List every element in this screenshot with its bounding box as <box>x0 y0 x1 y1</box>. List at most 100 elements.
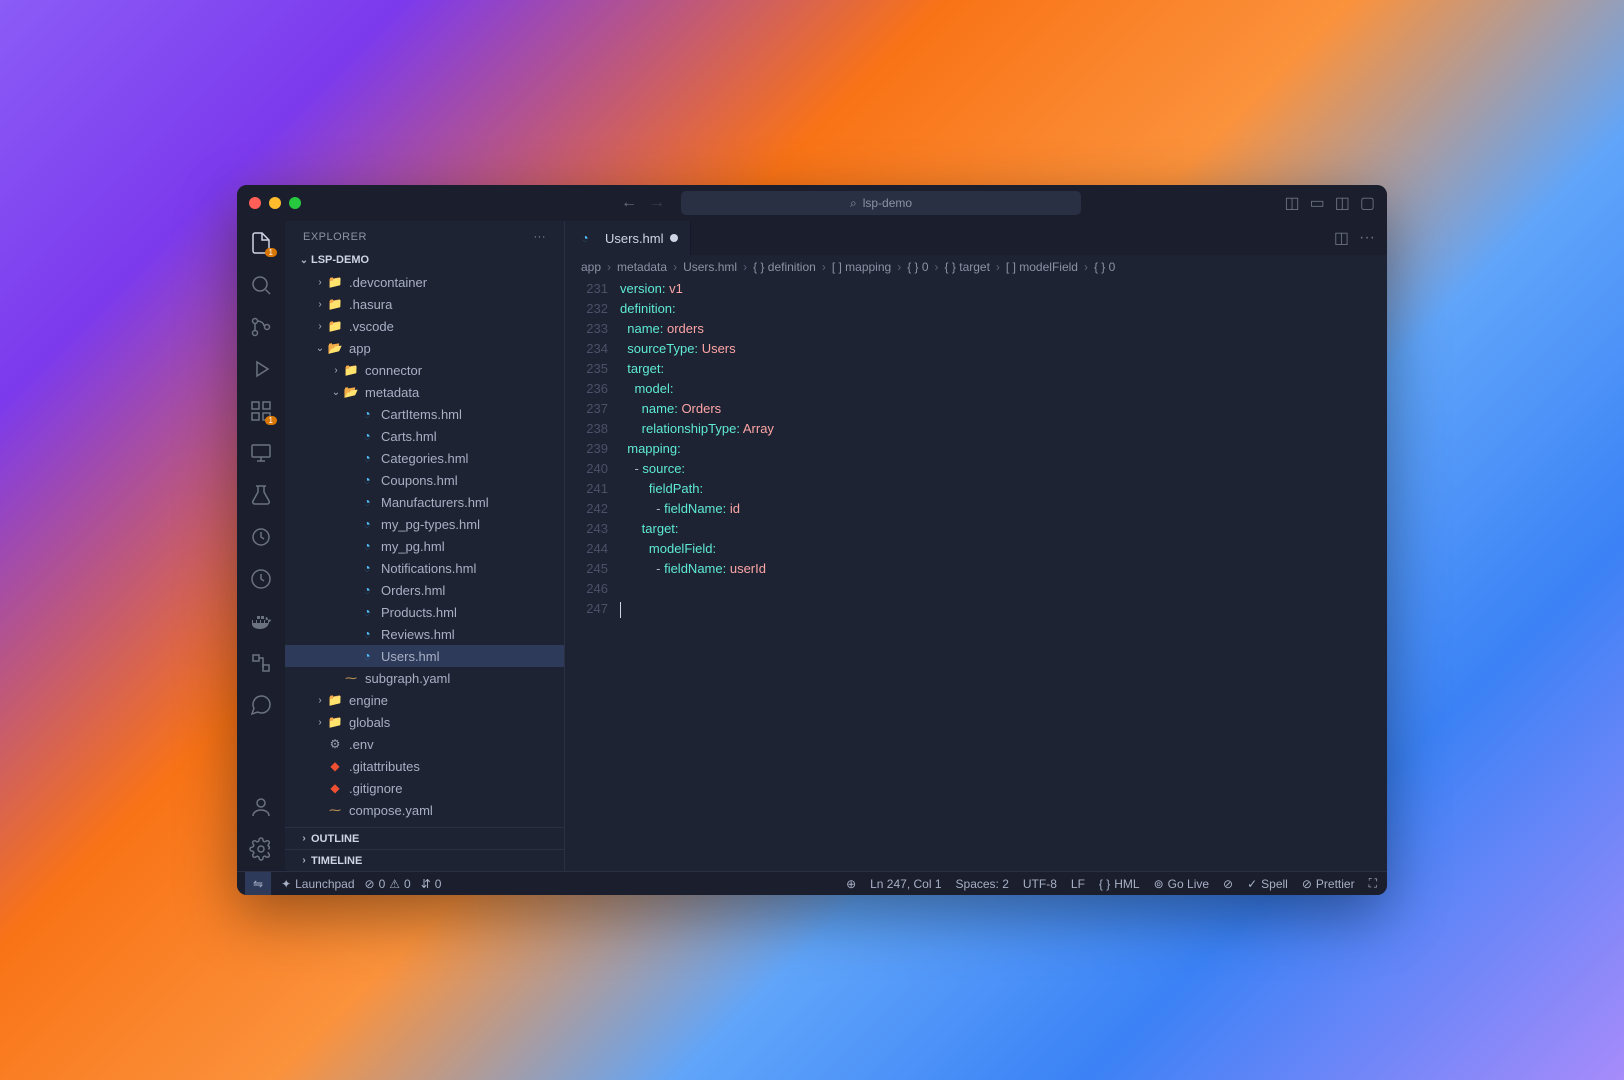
line-gutter: 2312322332342352362372382392402412422432… <box>565 279 620 871</box>
window-controls <box>249 197 301 209</box>
file-users-hml[interactable]: ◔Users.hml <box>285 645 564 667</box>
split-editor-icon[interactable]: ◫ <box>1334 228 1349 248</box>
workspace-root[interactable]: ⌄LSP-DEMO <box>285 249 564 271</box>
layout-sidebar-icon[interactable]: ▭ <box>1310 193 1325 213</box>
file--gitattributes[interactable]: ◆.gitattributes <box>285 755 564 777</box>
code-body[interactable]: version: v1definition: name: orders sour… <box>620 279 1387 871</box>
eol-status[interactable]: LF <box>1071 877 1085 891</box>
settings-gear-icon[interactable] <box>249 837 273 861</box>
folder--hasura[interactable]: ›📁.hasura <box>285 293 564 315</box>
activity-bar: 1 1 <box>237 221 285 871</box>
file--env[interactable]: ⚙.env <box>285 733 564 755</box>
outline-section[interactable]: ›OUTLINE <box>285 827 564 849</box>
file-manufacturers-hml[interactable]: ◔Manufacturers.hml <box>285 491 564 513</box>
file-orders-hml[interactable]: ◔Orders.hml <box>285 579 564 601</box>
breadcrumb-segment[interactable]: Users.hml <box>683 260 737 274</box>
hasura-icon[interactable] <box>249 525 273 549</box>
explorer-sidebar: EXPLORER ··· ⌄LSP-DEMO ›📁.devcontainer›📁… <box>285 221 565 871</box>
go-live-status[interactable]: ⊚Go Live <box>1154 877 1209 891</box>
breadcrumb-segment[interactable]: metadata <box>617 260 667 274</box>
close-window-button[interactable] <box>249 197 261 209</box>
breadcrumb-segment[interactable]: { } 0 <box>907 260 928 274</box>
breadcrumb-segment[interactable]: { } definition <box>753 260 816 274</box>
account-icon[interactable] <box>249 795 273 819</box>
explorer-icon[interactable]: 1 <box>249 231 273 255</box>
launchpad-status[interactable]: ✦Launchpad <box>281 877 354 891</box>
encoding-status[interactable]: UTF-8 <box>1023 877 1057 891</box>
tab-label: Users.hml <box>605 231 664 246</box>
command-center[interactable]: ⌕ lsp-demo <box>681 191 1081 215</box>
file-categories-hml[interactable]: ◔Categories.hml <box>285 447 564 469</box>
search-placeholder: lsp-demo <box>863 196 912 210</box>
docker-icon[interactable] <box>249 609 273 633</box>
zoom-status[interactable]: ⊕ <box>846 877 856 891</box>
file-my-pg-types-hml[interactable]: ◔my_pg-types.hml <box>285 513 564 535</box>
minimize-window-button[interactable] <box>269 197 281 209</box>
breadcrumb-segment[interactable]: [ ] modelField <box>1006 260 1078 274</box>
titlebar: ← → ⌕ lsp-demo ◫ ▭ ◫ ▢ <box>237 185 1387 221</box>
editor-area: ◔ Users.hml ◫ ··· app›metadata›Users.hml… <box>565 221 1387 871</box>
ports-status[interactable]: ⇵0 <box>421 877 442 891</box>
breadcrumb-segment[interactable]: [ ] mapping <box>832 260 891 274</box>
problems-status[interactable]: ⊘0⚠0 <box>365 877 411 891</box>
layout-split-icon[interactable]: ◫ <box>1335 193 1350 213</box>
file--gitignore[interactable]: ◆.gitignore <box>285 777 564 799</box>
more-actions-icon[interactable]: ··· <box>1359 229 1375 247</box>
hml-file-icon: ◔ <box>577 230 593 246</box>
code-editor[interactable]: 2312322332342352362372382392402412422432… <box>565 279 1387 871</box>
run-debug-icon[interactable] <box>249 357 273 381</box>
breadcrumb[interactable]: app›metadata›Users.hml›{ } definition›[ … <box>565 255 1387 279</box>
file-compose-yaml[interactable]: ⁓compose.yaml <box>285 799 564 821</box>
breadcrumb-segment[interactable]: app <box>581 260 601 274</box>
source-control-icon[interactable] <box>249 315 273 339</box>
folder-globals[interactable]: ›📁globals <box>285 711 564 733</box>
bell-icon[interactable]: ⛶ <box>1369 876 1377 891</box>
file-subgraph-yaml[interactable]: ⁓subgraph.yaml <box>285 667 564 689</box>
search-icon: ⌕ <box>850 196 857 211</box>
file-tree: ›📁.devcontainer›📁.hasura›📁.vscode⌄📂app›📁… <box>285 271 564 827</box>
history-nav: ← → <box>621 194 665 212</box>
layout-panel-icon[interactable]: ◫ <box>1285 193 1300 213</box>
cursor-position[interactable]: Ln 247, Col 1 <box>870 877 941 891</box>
nav-back-icon[interactable]: ← <box>621 194 637 212</box>
prettier-status[interactable]: ⊘Prettier <box>1302 877 1355 891</box>
modified-indicator-icon <box>670 234 678 242</box>
remote-indicator[interactable]: ⇋ <box>245 872 271 896</box>
nav-forward-icon[interactable]: → <box>649 194 665 212</box>
chat-icon[interactable] <box>249 693 273 717</box>
testing-icon[interactable] <box>249 483 273 507</box>
folder--vscode[interactable]: ›📁.vscode <box>285 315 564 337</box>
folder--devcontainer[interactable]: ›📁.devcontainer <box>285 271 564 293</box>
file-my-pg-hml[interactable]: ◔my_pg.hml <box>285 535 564 557</box>
file-cartitems-hml[interactable]: ◔CartItems.hml <box>285 403 564 425</box>
tab-users-hml[interactable]: ◔ Users.hml <box>565 221 691 255</box>
extensions-badge: 1 <box>265 416 277 425</box>
folder-metadata[interactable]: ⌄📂metadata <box>285 381 564 403</box>
status-bar: ⇋ ✦Launchpad ⊘0⚠0 ⇵0 ⊕ Ln 247, Col 1 Spa… <box>237 871 1387 895</box>
notifications-icon[interactable]: ⊘ <box>1223 877 1233 891</box>
language-mode[interactable]: { }HML <box>1099 877 1140 891</box>
spell-status[interactable]: ✓Spell <box>1247 877 1288 891</box>
tab-bar: ◔ Users.hml ◫ ··· <box>565 221 1387 255</box>
file-carts-hml[interactable]: ◔Carts.hml <box>285 425 564 447</box>
breadcrumb-segment[interactable]: { } target <box>945 260 990 274</box>
extensions-icon[interactable]: 1 <box>249 399 273 423</box>
folder-app[interactable]: ⌄📂app <box>285 337 564 359</box>
maximize-window-button[interactable] <box>289 197 301 209</box>
graph-icon[interactable] <box>249 651 273 675</box>
search-activity-icon[interactable] <box>249 273 273 297</box>
vscode-window: ← → ⌕ lsp-demo ◫ ▭ ◫ ▢ 1 1 <box>237 185 1387 895</box>
file-reviews-hml[interactable]: ◔Reviews.hml <box>285 623 564 645</box>
file-notifications-hml[interactable]: ◔Notifications.hml <box>285 557 564 579</box>
folder-engine[interactable]: ›📁engine <box>285 689 564 711</box>
clock-icon[interactable] <box>249 567 273 591</box>
breadcrumb-segment[interactable]: { } 0 <box>1094 260 1115 274</box>
file-products-hml[interactable]: ◔Products.hml <box>285 601 564 623</box>
remote-explorer-icon[interactable] <box>249 441 273 465</box>
file-coupons-hml[interactable]: ◔Coupons.hml <box>285 469 564 491</box>
explorer-more-icon[interactable]: ··· <box>534 231 547 243</box>
folder-connector[interactable]: ›📁connector <box>285 359 564 381</box>
indentation-status[interactable]: Spaces: 2 <box>956 877 1009 891</box>
layout-customize-icon[interactable]: ▢ <box>1360 193 1375 213</box>
timeline-section[interactable]: ›TIMELINE <box>285 849 564 871</box>
